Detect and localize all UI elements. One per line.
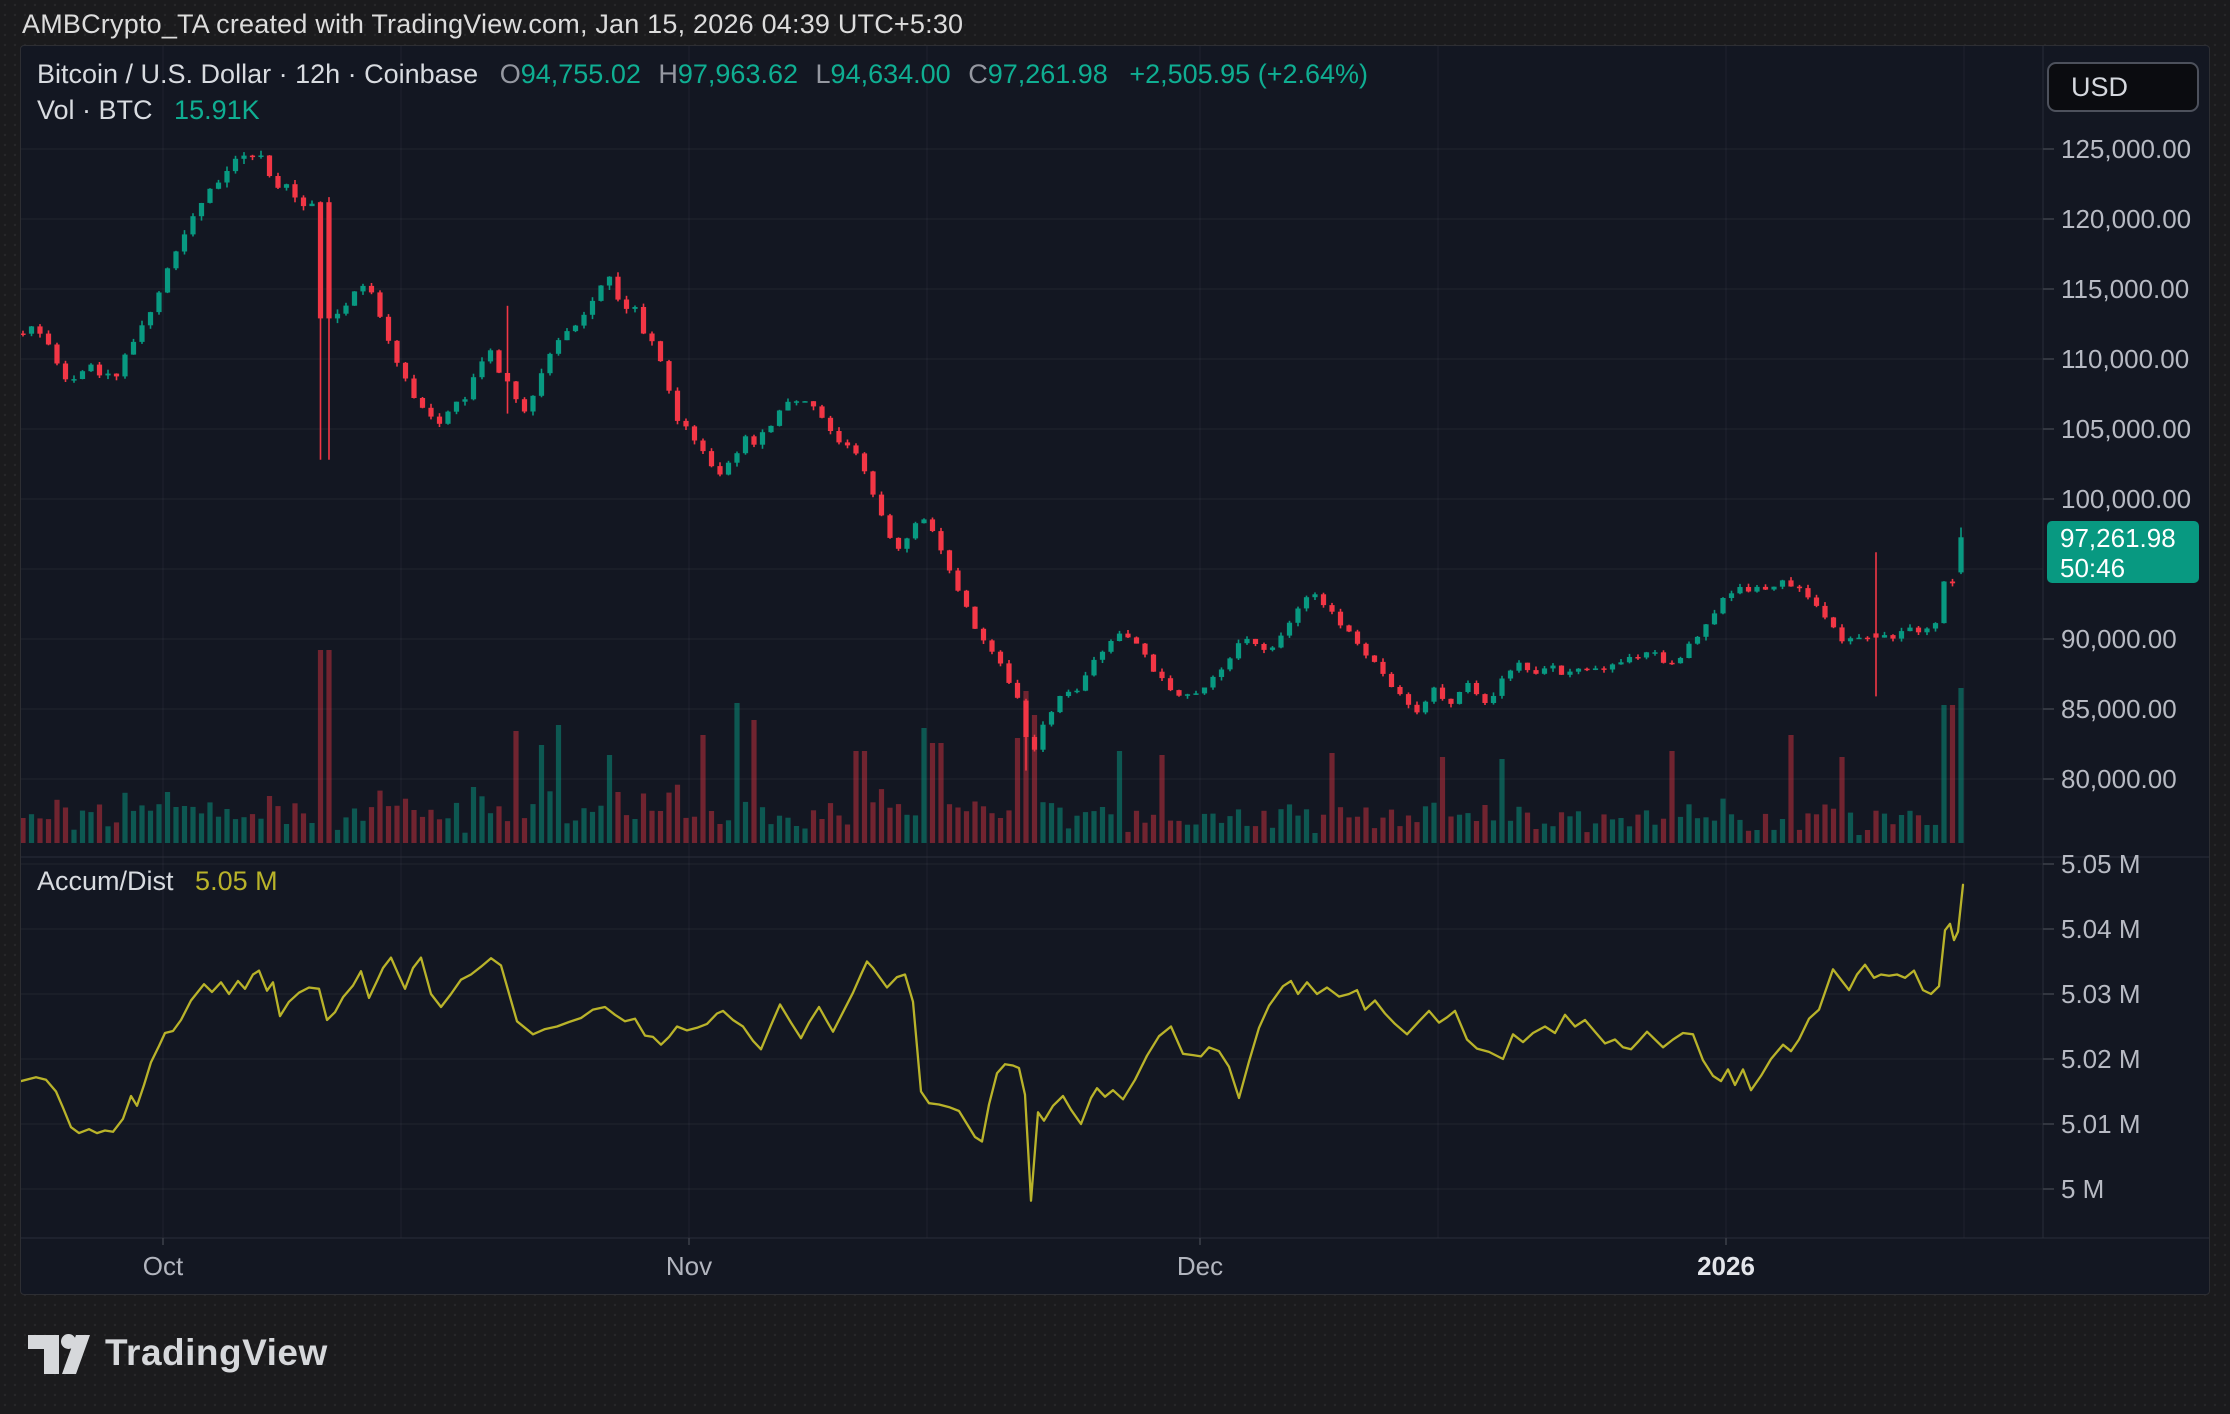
open-value: 94,755.02 bbox=[521, 59, 641, 89]
chart-canvas[interactable] bbox=[21, 46, 2210, 1295]
tradingview-logo[interactable]: TradingView bbox=[26, 1328, 328, 1378]
low-label: L bbox=[816, 59, 831, 89]
tradingview-logo-icon bbox=[26, 1328, 90, 1378]
last-price-badge: 97,261.98 50:46 bbox=[2047, 521, 2199, 583]
change-value: +2,505.95 (+2.64%) bbox=[1129, 59, 1368, 89]
high-label: H bbox=[658, 59, 678, 89]
indicator-value: 5.05 M bbox=[195, 866, 278, 896]
page-header: AMBCrypto_TA created with TradingView.co… bbox=[22, 9, 963, 40]
indicator-label: Accum/Dist bbox=[37, 866, 174, 896]
currency-toggle-button[interactable]: USD bbox=[2047, 62, 2199, 112]
close-value: 97,261.98 bbox=[988, 59, 1108, 89]
high-value: 97,963.62 bbox=[678, 59, 798, 89]
close-label: C bbox=[968, 59, 988, 89]
time-scale[interactable] bbox=[21, 1238, 2210, 1295]
volume-label: Vol · BTC bbox=[37, 95, 153, 125]
bar-countdown: 50:46 bbox=[2060, 553, 2199, 583]
last-price-value: 97,261.98 bbox=[2060, 523, 2199, 553]
chart-panel[interactable]: Bitcoin / U.S. Dollar · 12h · Coinbase O… bbox=[20, 45, 2210, 1295]
price-scale[interactable] bbox=[2044, 46, 2210, 1238]
low-value: 94,634.00 bbox=[831, 59, 951, 89]
symbol-legend: Bitcoin / U.S. Dollar · 12h · Coinbase O… bbox=[37, 59, 1368, 90]
tradingview-logo-text: TradingView bbox=[105, 1332, 328, 1374]
open-label: O bbox=[500, 59, 521, 89]
page: { "header": { "text": "AMBCrypto_TA crea… bbox=[0, 0, 2230, 1414]
indicator-legend: Accum/Dist 5.05 M bbox=[37, 866, 278, 897]
volume-value: 15.91K bbox=[174, 95, 260, 125]
symbol-title: Bitcoin / U.S. Dollar · 12h · Coinbase bbox=[37, 59, 478, 89]
volume-legend: Vol · BTC 15.91K bbox=[37, 95, 260, 126]
